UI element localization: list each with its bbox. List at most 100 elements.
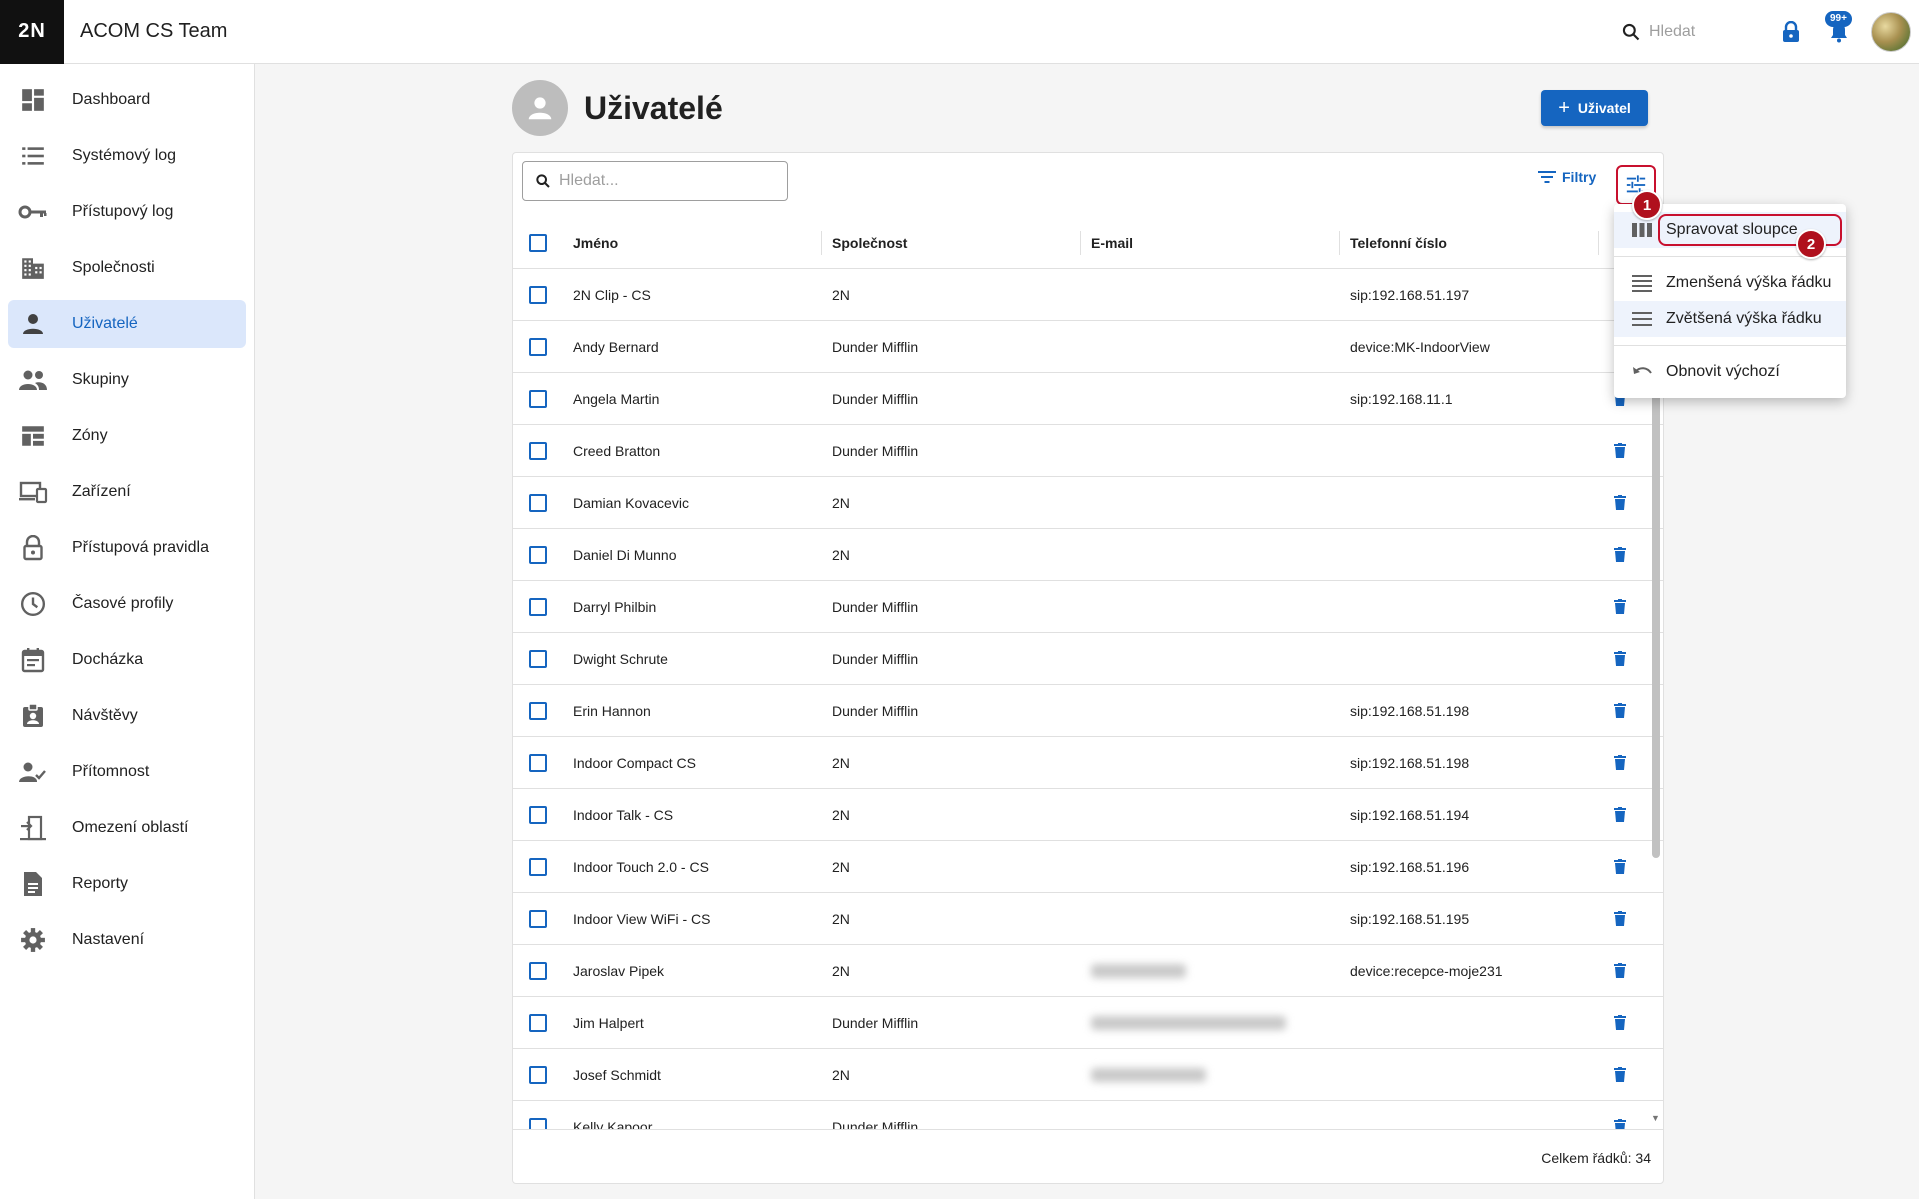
delete-icon[interactable] bbox=[1614, 495, 1626, 510]
scroll-down-arrow-icon[interactable]: ▼ bbox=[1651, 1113, 1660, 1123]
sidebar-item-attendance[interactable]: Docházka bbox=[8, 636, 246, 684]
delete-icon[interactable] bbox=[1614, 1015, 1626, 1030]
sidebar-item-devices[interactable]: Zařízení bbox=[8, 468, 246, 516]
delete-icon[interactable] bbox=[1614, 859, 1626, 874]
sidebar-item-dashboard[interactable]: Dashboard bbox=[8, 76, 246, 124]
row-checkbox[interactable] bbox=[529, 910, 547, 928]
delete-icon[interactable] bbox=[1614, 1067, 1626, 1082]
table-scrollbar[interactable] bbox=[1652, 363, 1660, 858]
table-row[interactable]: Dwight Schrute Dunder Mifflin bbox=[513, 633, 1663, 685]
list-icon bbox=[18, 141, 48, 171]
table-row[interactable]: Daniel Di Munno 2N bbox=[513, 529, 1663, 581]
row-checkbox[interactable] bbox=[529, 702, 547, 720]
row-checkbox[interactable] bbox=[529, 962, 547, 980]
delete-icon[interactable] bbox=[1614, 599, 1626, 614]
sidebar-item-groups[interactable]: Skupiny bbox=[8, 356, 246, 404]
app-logo[interactable]: 2N bbox=[0, 0, 64, 64]
row-checkbox[interactable] bbox=[529, 390, 547, 408]
delete-icon[interactable] bbox=[1614, 547, 1626, 562]
row-checkbox[interactable] bbox=[529, 754, 547, 772]
table-row[interactable]: Darryl Philbin Dunder Mifflin bbox=[513, 581, 1663, 633]
cell-email-redacted bbox=[1091, 1049, 1206, 1101]
table-row[interactable]: Damian Kovacevic 2N bbox=[513, 477, 1663, 529]
table-row[interactable]: Indoor Talk - CS 2N sip:192.168.51.194 bbox=[513, 789, 1663, 841]
cell-name: Darryl Philbin bbox=[573, 599, 657, 615]
sidebar-item-label: Uživatelé bbox=[72, 315, 138, 332]
row-checkbox[interactable] bbox=[529, 494, 547, 512]
column-separator[interactable] bbox=[1080, 231, 1081, 255]
delete-icon[interactable] bbox=[1614, 755, 1626, 770]
column-header-phone[interactable]: Telefonní číslo bbox=[1350, 235, 1447, 251]
row-checkbox[interactable] bbox=[529, 858, 547, 876]
row-checkbox[interactable] bbox=[529, 1118, 547, 1129]
column-header-name[interactable]: Jméno bbox=[573, 235, 618, 251]
cell-name: Creed Bratton bbox=[573, 443, 661, 459]
row-checkbox[interactable] bbox=[529, 546, 547, 564]
sidebar-item-time-profiles[interactable]: Časové profily bbox=[8, 580, 246, 628]
sidebar-item-label: Přístupový log bbox=[72, 203, 174, 220]
lock-button[interactable] bbox=[1781, 21, 1801, 43]
row-checkbox[interactable] bbox=[529, 338, 547, 356]
column-separator[interactable] bbox=[1598, 231, 1599, 255]
table-row[interactable]: Jim Halpert Dunder Mifflin bbox=[513, 997, 1663, 1049]
delete-icon[interactable] bbox=[1614, 703, 1626, 718]
table-row[interactable]: Indoor Compact CS 2N sip:192.168.51.198 bbox=[513, 737, 1663, 789]
table-row[interactable]: Andy Bernard Dunder Mifflin device:MK-Indo… bbox=[513, 321, 1663, 373]
menu-item-label: Zvětšená výška řádku bbox=[1666, 310, 1822, 327]
table-row[interactable]: Creed Bratton Dunder Mifflin bbox=[513, 425, 1663, 477]
delete-icon[interactable] bbox=[1614, 807, 1626, 822]
delete-icon[interactable] bbox=[1614, 443, 1626, 458]
menu-divider bbox=[1614, 345, 1846, 346]
filters-button[interactable]: Filtry bbox=[1538, 169, 1596, 185]
sidebar-item-label: Docházka bbox=[72, 651, 144, 668]
row-checkbox[interactable] bbox=[529, 1014, 547, 1032]
table-search-input[interactable]: Hledat... bbox=[522, 161, 788, 201]
delete-icon[interactable] bbox=[1614, 911, 1626, 926]
table-row[interactable]: Kelly Kapoor Dunder Mifflin bbox=[513, 1101, 1663, 1129]
sidebar-item-companies[interactable]: Společnosti bbox=[8, 244, 246, 292]
sidebar-item-access-log[interactable]: Přístupový log bbox=[8, 188, 246, 236]
menu-item-comfortable-density[interactable]: Zvětšená výška řádku bbox=[1614, 301, 1846, 337]
row-checkbox[interactable] bbox=[529, 442, 547, 460]
row-checkbox[interactable] bbox=[529, 286, 547, 304]
cell-phone: device:recepce-moje231 bbox=[1350, 963, 1503, 979]
sidebar-item-presence[interactable]: Přítomnost bbox=[8, 748, 246, 796]
density-comfortable-icon bbox=[1630, 307, 1654, 331]
table-row[interactable]: Angela Martin Dunder Mifflin sip:192.168.1… bbox=[513, 373, 1663, 425]
column-header-company[interactable]: Společnost bbox=[832, 235, 907, 251]
table-row[interactable]: 2N Clip - CS 2N sip:192.168.51.197 bbox=[513, 269, 1663, 321]
add-user-button[interactable]: + Uživatel bbox=[1541, 90, 1648, 126]
sidebar-item-visits[interactable]: Návštěvy bbox=[8, 692, 246, 740]
sidebar-item-zones[interactable]: Zóny bbox=[8, 412, 246, 460]
row-checkbox[interactable] bbox=[529, 650, 547, 668]
menu-item-reset-default[interactable]: Obnovit výchozí bbox=[1614, 354, 1846, 390]
page-title: Uživatelé bbox=[584, 89, 723, 126]
delete-icon[interactable] bbox=[1614, 1119, 1626, 1129]
menu-item-compact-density[interactable]: Zmenšená výška řádku bbox=[1614, 265, 1846, 301]
table-row[interactable]: Jaroslav Pipek 2N device:recepce-moje231 bbox=[513, 945, 1663, 997]
table-row[interactable]: Josef Schmidt 2N bbox=[513, 1049, 1663, 1101]
column-separator[interactable] bbox=[1339, 231, 1340, 255]
column-header-email[interactable]: E-mail bbox=[1091, 235, 1133, 251]
table-row[interactable]: Erin Hannon Dunder Mifflin sip:192.168.51.… bbox=[513, 685, 1663, 737]
table-row[interactable]: Indoor View WiFi - CS 2N sip:192.168.51.19… bbox=[513, 893, 1663, 945]
user-avatar[interactable] bbox=[1871, 12, 1911, 52]
row-checkbox[interactable] bbox=[529, 598, 547, 616]
row-checkbox[interactable] bbox=[529, 806, 547, 824]
delete-icon[interactable] bbox=[1614, 963, 1626, 978]
column-separator[interactable] bbox=[821, 231, 822, 255]
sidebar-item-access-rules[interactable]: Přístupová pravidla bbox=[8, 524, 246, 572]
row-checkbox[interactable] bbox=[529, 1066, 547, 1084]
global-search[interactable]: Hledat bbox=[1621, 22, 1741, 42]
delete-icon[interactable] bbox=[1614, 651, 1626, 666]
filters-label: Filtry bbox=[1562, 169, 1597, 185]
table-row[interactable]: Indoor Touch 2.0 - CS 2N sip:192.168.51.19… bbox=[513, 841, 1663, 893]
sidebar-item-users[interactable]: Uživatelé bbox=[8, 300, 246, 348]
sidebar-item-system-log[interactable]: Systémový log bbox=[8, 132, 246, 180]
sidebar-item-reports[interactable]: Reporty bbox=[8, 860, 246, 908]
sidebar-item-settings[interactable]: Nastavení bbox=[8, 916, 246, 964]
notifications-button[interactable]: 99+ bbox=[1825, 11, 1852, 43]
sidebar-item-area-restriction[interactable]: Omezení oblastí bbox=[8, 804, 246, 852]
select-all-checkbox[interactable] bbox=[529, 233, 547, 252]
calendar-icon bbox=[18, 645, 48, 675]
